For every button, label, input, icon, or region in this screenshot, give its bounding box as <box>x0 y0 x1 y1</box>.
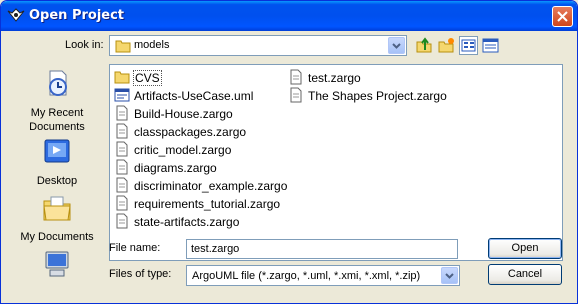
file-name: Artifacts-UseCase.uml <box>134 89 254 103</box>
details-view-button[interactable] <box>481 36 500 55</box>
close-icon <box>557 11 568 22</box>
list-view-button[interactable] <box>459 36 478 55</box>
document-icon <box>116 123 128 139</box>
files-of-type-label: Files of type: <box>109 268 172 280</box>
place-my-computer[interactable] <box>13 248 101 283</box>
file-name: critic_model.zargo <box>134 143 232 157</box>
document-icon <box>116 141 128 157</box>
argouml-app-icon <box>7 8 25 22</box>
document-icon <box>116 105 128 121</box>
place-my-recent-documents[interactable]: My Recent Documents <box>13 68 101 134</box>
desktop-icon <box>44 139 70 163</box>
my-documents-icon <box>43 196 71 221</box>
document-icon <box>116 195 128 211</box>
title-bar[interactable]: Open Project <box>1 1 577 31</box>
place-my-documents[interactable]: My Documents <box>13 192 101 244</box>
look-in-value: models <box>134 39 170 51</box>
file-name: diagrams.zargo <box>134 161 217 175</box>
file-name: classpackages.zargo <box>134 125 247 139</box>
document-icon <box>290 87 302 103</box>
look-in-label: Look in: <box>65 39 104 51</box>
uml-file-icon <box>114 88 130 102</box>
places-bar: My Recent Documents Desktop My Documents <box>13 66 103 301</box>
file-name-label: File name: <box>109 242 161 254</box>
up-folder-icon <box>416 37 432 53</box>
my-computer-icon <box>45 251 69 277</box>
up-one-level-button[interactable] <box>415 36 434 55</box>
file-name-value: test.zargo <box>191 243 240 255</box>
place-label: Documents <box>29 121 85 133</box>
details-view-icon <box>482 38 499 53</box>
file-name: The Shapes Project.zargo <box>308 89 447 103</box>
place-label: My Recent <box>30 107 84 119</box>
place-label: Desktop <box>36 175 78 187</box>
new-folder-button[interactable] <box>437 36 456 55</box>
file-name: Build-House.zargo <box>134 107 233 121</box>
window-title: Open Project <box>29 8 125 23</box>
list-view-icon <box>461 39 476 52</box>
file-name: discriminator_example.zargo <box>134 179 288 193</box>
open-button-label: Open <box>511 242 539 254</box>
file-list[interactable]: CVS Artifacts-UseCase.uml Build-House.za… <box>109 64 563 261</box>
document-icon <box>116 213 128 229</box>
recent-documents-icon <box>49 70 67 96</box>
cancel-button-label: Cancel <box>507 268 543 280</box>
open-project-dialog: Open Project Look in: models My Recent D… <box>0 0 578 304</box>
document-icon <box>116 177 128 193</box>
files-of-type-dropdown-button[interactable] <box>441 267 458 284</box>
files-of-type-value: ArgoUML file (*.zargo, *.uml, *.xmi, *.x… <box>192 270 421 282</box>
chevron-down-icon <box>445 273 454 279</box>
folder-icon <box>114 71 130 84</box>
cancel-button[interactable]: Cancel <box>488 264 562 285</box>
place-label: My Documents <box>20 231 94 243</box>
close-button[interactable] <box>552 6 573 27</box>
folder-icon <box>115 40 131 53</box>
new-folder-icon <box>438 38 454 53</box>
open-button[interactable]: Open <box>488 238 562 259</box>
file-name-input[interactable]: test.zargo <box>186 239 458 259</box>
chevron-down-icon <box>392 43 401 49</box>
place-desktop[interactable]: Desktop <box>13 136 101 188</box>
file-name: requirements_tutorial.zargo <box>134 197 281 211</box>
file-name: state-artifacts.zargo <box>134 215 240 229</box>
files-of-type-combo[interactable]: ArgoUML file (*.zargo, *.uml, *.xmi, *.x… <box>186 265 460 286</box>
look-in-dropdown-button[interactable] <box>388 37 405 54</box>
file-name: test.zargo <box>308 71 361 85</box>
look-in-combo[interactable]: models <box>109 35 407 56</box>
document-icon <box>290 69 302 85</box>
document-icon <box>116 159 128 175</box>
file-name: CVS <box>133 70 162 86</box>
